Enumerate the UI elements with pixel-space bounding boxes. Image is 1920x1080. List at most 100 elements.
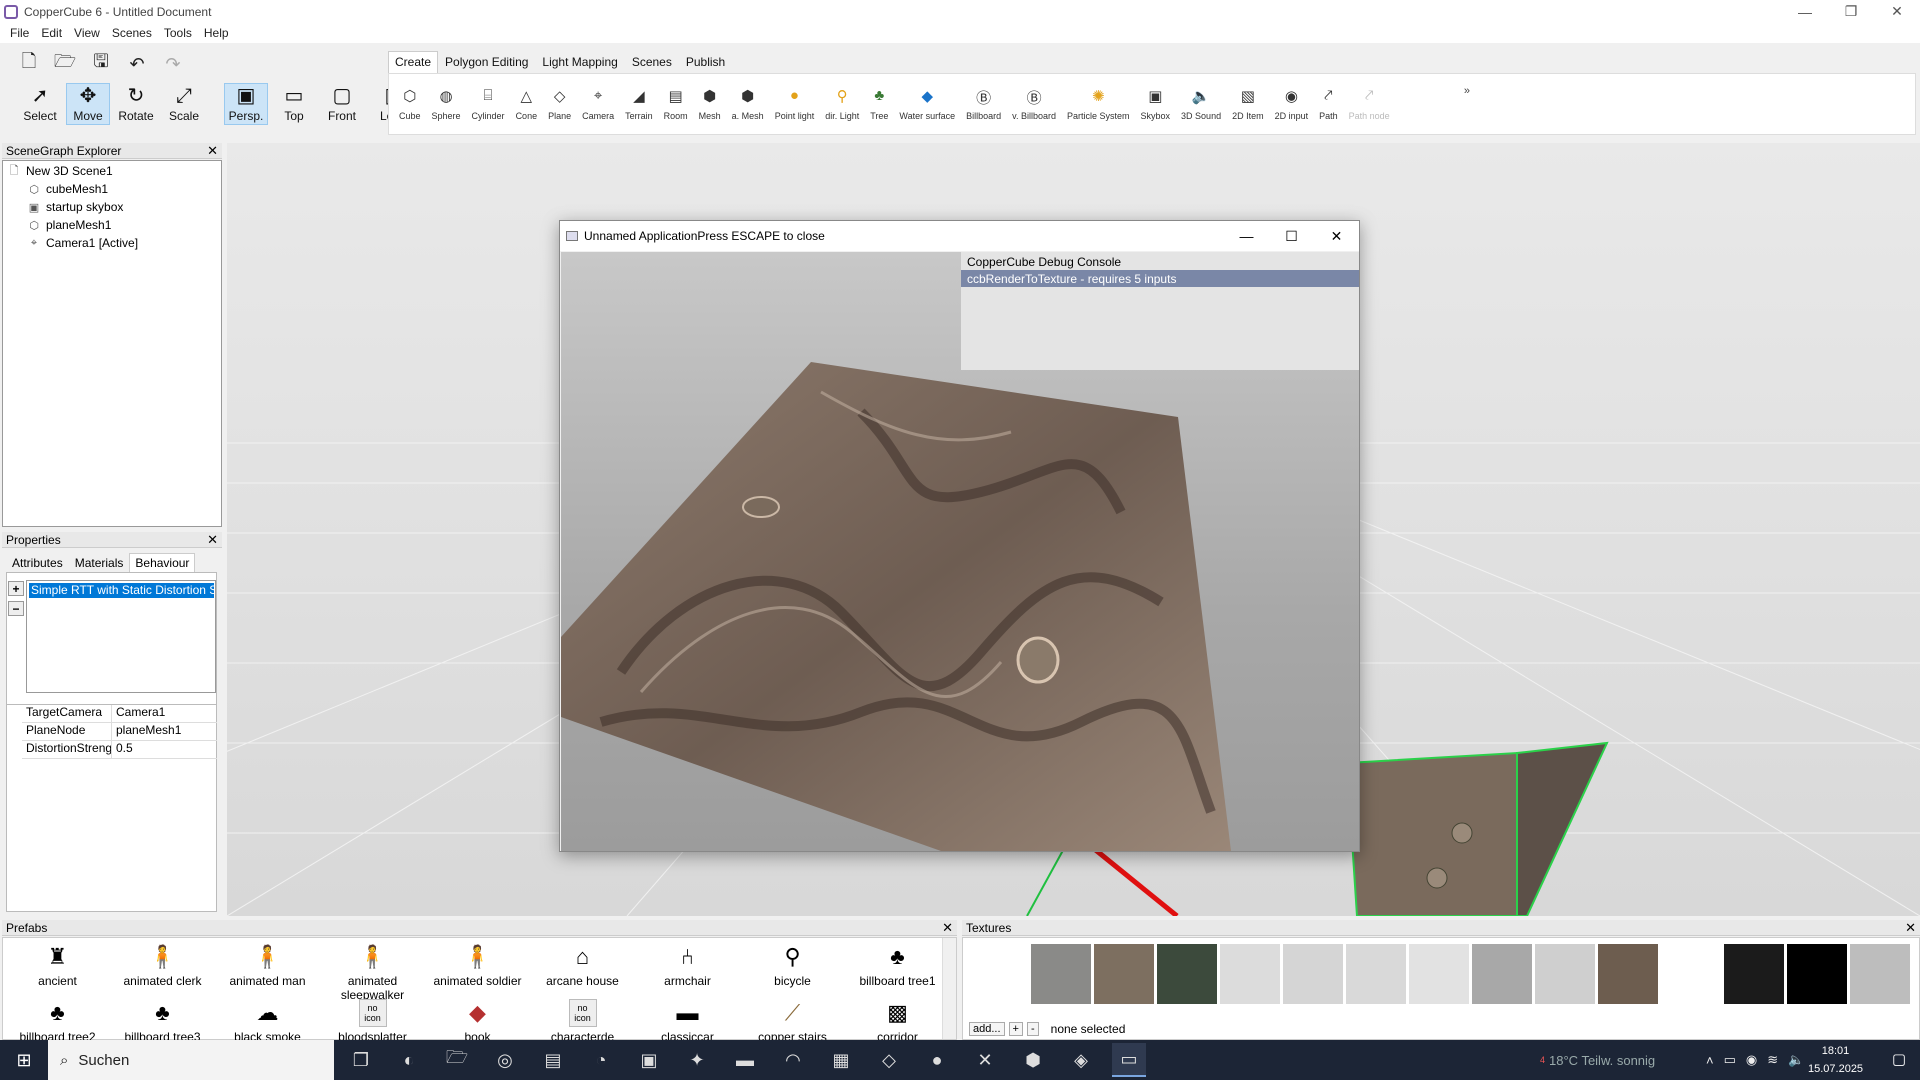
undo-icon[interactable]: ↶	[124, 51, 150, 77]
property-row[interactable]: PlaneNode planeMesh1	[22, 723, 217, 741]
top-view-button[interactable]: ▭ Top	[272, 83, 316, 125]
clock[interactable]: 18:01 15.07.2025	[1808, 1042, 1863, 1078]
open-folder-icon[interactable]: 🗁	[52, 51, 78, 77]
add-texture-button[interactable]: add...	[969, 1022, 1005, 1036]
create-sphere-button[interactable]: ◍ Sphere	[432, 87, 461, 121]
tree-item-scene[interactable]: 🗋 New 3D Scene1	[7, 164, 113, 178]
prefab-item[interactable]: ⟋ copper stairs	[740, 996, 845, 1041]
create-3d-sound-button[interactable]: 🔈 3D Sound	[1181, 87, 1221, 121]
menu-tools[interactable]: Tools	[158, 26, 198, 40]
close-button[interactable]: ✕	[1874, 0, 1920, 23]
prefab-item[interactable]: 🧍 animated clerk	[110, 940, 215, 988]
tree-item-planemesh[interactable]: ⬡ planeMesh1	[27, 218, 111, 232]
behaviour-item[interactable]: Simple RTT with Static Distortion Sh	[29, 583, 214, 598]
create-2d-input-button[interactable]: ◉ 2D input	[1275, 87, 1309, 121]
prefab-item[interactable]: ⑃ armchair	[635, 940, 740, 988]
prefab-item[interactable]: ☁ black smoke	[215, 996, 320, 1041]
prefab-item[interactable]: 🧍 animated sleepwalker	[320, 940, 425, 1002]
create-cube-button[interactable]: ⬡ Cube	[399, 87, 421, 121]
minimize-button[interactable]: —	[1782, 0, 1828, 23]
menu-help[interactable]: Help	[198, 26, 235, 40]
texture-thumb[interactable]	[1283, 944, 1343, 1004]
chevron-up-icon[interactable]: ˄	[1706, 1053, 1714, 1068]
texture-thumb[interactable]	[1346, 944, 1406, 1004]
texture-thumb[interactable]	[1220, 944, 1280, 1004]
close-icon[interactable]: ✕	[207, 143, 218, 159]
tree-item-camera[interactable]: ⌖ Camera1 [Active]	[27, 236, 138, 250]
app-close-button[interactable]: ✕	[1314, 221, 1359, 251]
create-plane-button[interactable]: ◇ Plane	[548, 87, 571, 121]
tab-publish[interactable]: Publish	[679, 51, 732, 73]
prefab-item[interactable]: ▩ corridor	[845, 996, 950, 1041]
prefab-item[interactable]: ⚲ bicycle	[740, 940, 845, 988]
tab-light-mapping[interactable]: Light Mapping	[535, 51, 624, 73]
select-tool[interactable]: ➚ Select	[18, 83, 62, 125]
texture-thumb[interactable]	[1598, 944, 1658, 1004]
close-icon[interactable]: ✕	[1905, 920, 1916, 936]
zoom-out-button[interactable]: -	[1026, 1022, 1039, 1036]
create-2d-item-button[interactable]: ▧ 2D Item	[1232, 87, 1264, 121]
tab-create[interactable]: Create	[388, 51, 439, 73]
app-icon[interactable]: ◠	[776, 1043, 810, 1077]
prefab-item[interactable]: no icon bloodsplatter	[320, 996, 425, 1041]
tree-item-cubemesh[interactable]: ⬡ cubeMesh1	[27, 182, 108, 196]
menu-scenes[interactable]: Scenes	[106, 26, 158, 40]
add-behaviour-button[interactable]: +	[8, 581, 24, 596]
remove-behaviour-button[interactable]: −	[8, 601, 24, 616]
create-point-light-button[interactable]: ● Point light	[775, 87, 815, 121]
app-icon[interactable]: ✦	[680, 1043, 714, 1077]
prefabs-scrollbar[interactable]	[942, 938, 956, 1039]
texture-thumb[interactable]	[1409, 944, 1469, 1004]
create-dir-light-button[interactable]: ⚲ dir. Light	[825, 87, 859, 121]
create-cylinder-button[interactable]: ⌸ Cylinder	[472, 87, 505, 121]
save-icon[interactable]: 🖫	[88, 51, 114, 77]
prefab-item[interactable]: ▬ classiccar	[635, 996, 740, 1041]
menu-view[interactable]: View	[68, 26, 106, 40]
create-cone-button[interactable]: △ Cone	[516, 87, 538, 121]
app-maximize-button[interactable]: ☐	[1269, 221, 1314, 251]
zoom-in-button[interactable]: +	[1008, 1022, 1023, 1036]
running-app-icon[interactable]: ▭	[1112, 1043, 1146, 1077]
x-axis-gizmo[interactable]	[1085, 841, 1179, 916]
create-room-button[interactable]: ▤ Room	[664, 87, 688, 121]
edge-icon[interactable]: ◐	[392, 1043, 426, 1077]
windows-start-icon[interactable]: ⊞	[0, 1040, 48, 1080]
texture-thumb[interactable]	[1031, 944, 1091, 1004]
prefab-item[interactable]: ♜ ancient	[5, 940, 110, 988]
menu-edit[interactable]: Edit	[35, 26, 68, 40]
file-explorer-icon[interactable]: 🗁	[440, 1043, 474, 1077]
property-row[interactable]: TargetCamera Camera1	[22, 705, 217, 723]
app-icon[interactable]: ▤	[536, 1043, 570, 1077]
create-camera-button[interactable]: ⌖ Camera	[582, 87, 614, 121]
notification-icon[interactable]: ▢	[1892, 1050, 1906, 1068]
app-minimize-button[interactable]: —	[1224, 221, 1269, 251]
texture-thumb[interactable]	[1661, 944, 1721, 1004]
network-icon[interactable]: ◉	[1746, 1052, 1757, 1068]
wifi-icon[interactable]: ≋	[1767, 1052, 1778, 1068]
new-document-icon[interactable]: 🗋	[16, 51, 42, 77]
move-tool[interactable]: ✥ Move	[66, 83, 110, 125]
tab-attributes[interactable]: Attributes	[6, 553, 69, 573]
create-water-surface-button[interactable]: ◆ Water surface	[899, 87, 955, 121]
volume-icon[interactable]: 🔈	[1788, 1052, 1804, 1068]
scale-tool[interactable]: ⤢ Scale	[162, 83, 206, 125]
restore-button[interactable]: ❐	[1828, 0, 1874, 23]
prefab-item[interactable]: ♣ billboard tree3	[110, 996, 215, 1041]
tab-polygon-editing[interactable]: Polygon Editing	[438, 51, 535, 73]
create-skybox-button[interactable]: ▣ Skybox	[1141, 87, 1171, 121]
create-tree-button[interactable]: ♣ Tree	[870, 87, 888, 121]
texture-thumb[interactable]	[1535, 944, 1595, 1004]
prefab-item[interactable]: 🧍 animated man	[215, 940, 320, 988]
ribbon-more-button[interactable]: »	[1464, 85, 1470, 97]
app-icon[interactable]: ▦	[824, 1043, 858, 1077]
task-view-icon[interactable]: ❐	[344, 1043, 378, 1077]
coppercube-icon[interactable]: ⬢	[1016, 1043, 1050, 1077]
tab-behaviour[interactable]: Behaviour	[129, 553, 196, 573]
z-axis-gizmo[interactable]	[1026, 842, 1068, 916]
app-icon[interactable]: ▣	[632, 1043, 666, 1077]
app-icon[interactable]: ●	[920, 1043, 954, 1077]
create-path-button[interactable]: ⤤ Path	[1319, 87, 1338, 121]
texture-thumb[interactable]	[1787, 944, 1847, 1004]
prefab-item[interactable]: ♣ billboard tree1	[845, 940, 950, 988]
create-particle-system-button[interactable]: ✺ Particle System	[1067, 87, 1130, 121]
